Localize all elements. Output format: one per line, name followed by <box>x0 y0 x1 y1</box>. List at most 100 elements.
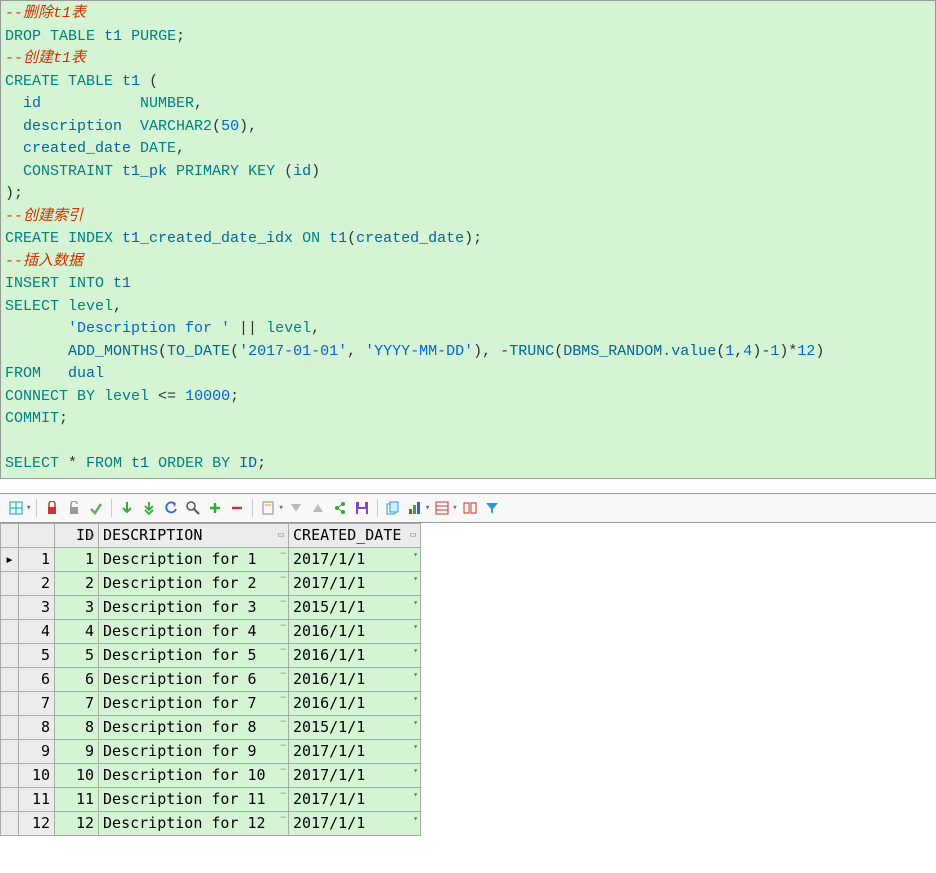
cell-id[interactable]: 11 <box>55 787 99 811</box>
fetch-all-icon[interactable] <box>139 498 159 518</box>
table-row[interactable]: 99Description for 9⋯2017/1/1▾ <box>1 739 421 763</box>
cell-created-date[interactable]: 2016/1/1▾ <box>289 691 421 715</box>
sort-desc-icon[interactable] <box>286 498 306 518</box>
cell-menu-icon[interactable]: ⋯ <box>281 645 286 655</box>
cell-created-date[interactable]: 2017/1/1▾ <box>289 787 421 811</box>
column-header-id[interactable]: ID▭ <box>55 523 99 547</box>
copy-icon[interactable] <box>383 498 403 518</box>
date-picker-icon[interactable]: ▾ <box>413 670 418 679</box>
link-icon[interactable] <box>330 498 350 518</box>
date-picker-icon[interactable]: ▾ <box>413 718 418 727</box>
cell-created-date[interactable]: 2017/1/1▾ <box>289 811 421 835</box>
cell-created-date[interactable]: 2016/1/1▾ <box>289 619 421 643</box>
multi-record-icon[interactable] <box>460 498 480 518</box>
cell-description[interactable]: Description for 6⋯ <box>99 667 289 691</box>
cell-id[interactable]: 5 <box>55 643 99 667</box>
sql-editor[interactable]: --删除t1表 DROP TABLE t1 PURGE; --创建t1表 CRE… <box>0 0 936 479</box>
grid-icon[interactable] <box>6 498 26 518</box>
cell-id[interactable]: 10 <box>55 763 99 787</box>
cell-description[interactable]: Description for 3⋯ <box>99 595 289 619</box>
dropdown-icon[interactable]: ▾ <box>452 503 457 513</box>
date-picker-icon[interactable]: ▾ <box>413 790 418 799</box>
date-picker-icon[interactable]: ▾ <box>413 598 418 607</box>
sort-asc-icon[interactable] <box>308 498 328 518</box>
save-icon[interactable] <box>352 498 372 518</box>
cell-menu-icon[interactable]: ⋯ <box>281 813 286 823</box>
delete-row-icon[interactable] <box>227 498 247 518</box>
date-picker-icon[interactable]: ▾ <box>413 622 418 631</box>
date-picker-icon[interactable]: ▾ <box>413 646 418 655</box>
lock-icon[interactable] <box>42 498 62 518</box>
cell-id[interactable]: 9 <box>55 739 99 763</box>
cell-menu-icon[interactable]: ⋯ <box>281 549 286 559</box>
cell-description[interactable]: Description for 9⋯ <box>99 739 289 763</box>
cell-description[interactable]: Description for 8⋯ <box>99 715 289 739</box>
cell-menu-icon[interactable]: ⋯ <box>281 693 286 703</box>
table-row[interactable]: 1010Description for 10⋯2017/1/1▾ <box>1 763 421 787</box>
table-row[interactable]: 44Description for 4⋯2016/1/1▾ <box>1 619 421 643</box>
cell-menu-icon[interactable]: ⋯ <box>281 597 286 607</box>
cell-created-date[interactable]: 2017/1/1▾ <box>289 547 421 571</box>
cell-menu-icon[interactable]: ⋯ <box>281 573 286 583</box>
table-row[interactable]: 33Description for 3⋯2015/1/1▾ <box>1 595 421 619</box>
date-picker-icon[interactable]: ▾ <box>413 814 418 823</box>
cell-id[interactable]: 1 <box>55 547 99 571</box>
find-icon[interactable] <box>183 498 203 518</box>
unlock-icon[interactable] <box>64 498 84 518</box>
column-header-created-date[interactable]: CREATED_DATE▭ <box>289 523 421 547</box>
cell-created-date[interactable]: 2016/1/1▾ <box>289 643 421 667</box>
cell-menu-icon[interactable]: ⋯ <box>281 621 286 631</box>
cell-menu-icon[interactable]: ⋯ <box>281 717 286 727</box>
table-row[interactable]: 77Description for 7⋯2016/1/1▾ <box>1 691 421 715</box>
cell-id[interactable]: 7 <box>55 691 99 715</box>
cell-created-date[interactable]: 2017/1/1▾ <box>289 571 421 595</box>
refresh-icon[interactable] <box>161 498 181 518</box>
add-row-icon[interactable] <box>205 498 225 518</box>
date-picker-icon[interactable]: ▾ <box>413 766 418 775</box>
cell-id[interactable]: 2 <box>55 571 99 595</box>
cell-description[interactable]: Description for 12⋯ <box>99 811 289 835</box>
cell-description[interactable]: Description for 2⋯ <box>99 571 289 595</box>
date-picker-icon[interactable]: ▾ <box>413 694 418 703</box>
cell-menu-icon[interactable]: ⋯ <box>281 669 286 679</box>
cell-description[interactable]: Description for 4⋯ <box>99 619 289 643</box>
single-record-icon[interactable] <box>432 498 452 518</box>
fetch-down-icon[interactable] <box>117 498 137 518</box>
export-icon[interactable] <box>258 498 278 518</box>
table-row[interactable]: 88Description for 8⋯2015/1/1▾ <box>1 715 421 739</box>
cell-created-date[interactable]: 2016/1/1▾ <box>289 667 421 691</box>
cell-created-date[interactable]: 2015/1/1▾ <box>289 595 421 619</box>
cell-created-date[interactable]: 2015/1/1▾ <box>289 715 421 739</box>
date-picker-icon[interactable]: ▾ <box>413 574 418 583</box>
cell-description[interactable]: Description for 11⋯ <box>99 787 289 811</box>
results-grid[interactable]: ID▭ DESCRIPTION▭ CREATED_DATE▭ ▸11Descri… <box>0 523 421 836</box>
cell-created-date[interactable]: 2017/1/1▾ <box>289 739 421 763</box>
cell-description[interactable]: Description for 7⋯ <box>99 691 289 715</box>
cell-id[interactable]: 8 <box>55 715 99 739</box>
filter-icon[interactable] <box>482 498 502 518</box>
table-row[interactable]: 66Description for 6⋯2016/1/1▾ <box>1 667 421 691</box>
commit-icon[interactable] <box>86 498 106 518</box>
cell-menu-icon[interactable]: ⋯ <box>281 789 286 799</box>
table-row[interactable]: 22Description for 2⋯2017/1/1▾ <box>1 571 421 595</box>
date-picker-icon[interactable]: ▾ <box>413 742 418 751</box>
table-row[interactable]: 1111Description for 11⋯2017/1/1▾ <box>1 787 421 811</box>
cell-created-date[interactable]: 2017/1/1▾ <box>289 763 421 787</box>
column-header-description[interactable]: DESCRIPTION▭ <box>99 523 289 547</box>
cell-description[interactable]: Description for 5⋯ <box>99 643 289 667</box>
table-row[interactable]: 55Description for 5⋯2016/1/1▾ <box>1 643 421 667</box>
cell-id[interactable]: 12 <box>55 811 99 835</box>
cell-description[interactable]: Description for 10⋯ <box>99 763 289 787</box>
dropdown-icon[interactable]: ▾ <box>26 503 31 513</box>
table-row[interactable]: ▸11Description for 1⋯2017/1/1▾ <box>1 547 421 571</box>
cell-id[interactable]: 3 <box>55 595 99 619</box>
cell-menu-icon[interactable]: ⋯ <box>281 741 286 751</box>
cell-menu-icon[interactable]: ⋯ <box>281 765 286 775</box>
table-row[interactable]: 1212Description for 12⋯2017/1/1▾ <box>1 811 421 835</box>
date-picker-icon[interactable]: ▾ <box>413 550 418 559</box>
cell-description[interactable]: Description for 1⋯ <box>99 547 289 571</box>
chart-icon[interactable] <box>405 498 425 518</box>
dropdown-icon[interactable]: ▾ <box>425 503 430 513</box>
cell-id[interactable]: 4 <box>55 619 99 643</box>
cell-id[interactable]: 6 <box>55 667 99 691</box>
